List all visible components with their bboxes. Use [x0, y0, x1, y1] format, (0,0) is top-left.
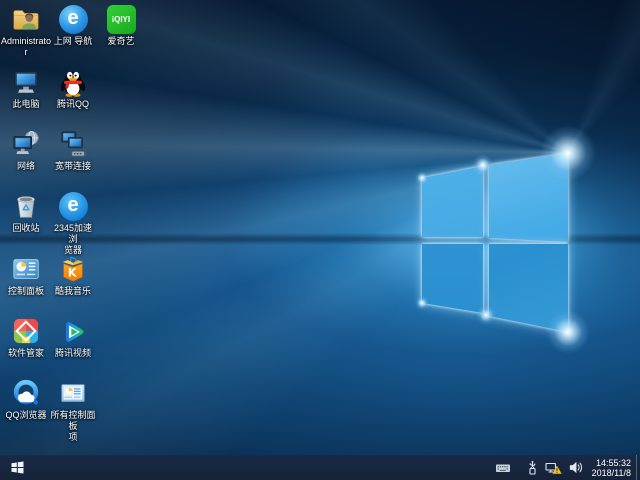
svg-text:K: K [68, 267, 78, 280]
flare-top-left [415, 171, 429, 185]
icon-label: 网络 [17, 161, 35, 172]
control-panel-window-icon [58, 378, 88, 408]
desktop-icon-recycle-bin[interactable]: 回收站 [3, 191, 49, 234]
logo-pane-bottom-right [0, 0, 640, 455]
desktop-icon-internet-navigation[interactable]: e 上网 导航 [50, 4, 96, 47]
clock-date: 2018/11/8 [592, 468, 631, 478]
usb-safely-remove-icon[interactable] [523, 455, 542, 480]
desktop-icon-software-manager[interactable]: 软件管家 [3, 316, 49, 359]
desktop-icon-network[interactable]: 网络 [3, 129, 49, 172]
icon-label: 爱奇艺 [107, 36, 134, 47]
icon-label: 腾讯视频 [55, 348, 91, 359]
software-manager-icon [11, 316, 41, 346]
computer-icon [11, 67, 41, 97]
desktop-icon-broadband[interactable]: 宽带连接 [50, 129, 96, 172]
icon-label: 此电脑 [12, 99, 39, 110]
icon-label: QQ浏览器 [5, 410, 46, 421]
iqiyi-icon: iQIYI [106, 4, 136, 34]
icon-label: 2345加速浏 览器 [50, 223, 96, 256]
icon-label: 酷我音乐 [55, 286, 91, 297]
start-button[interactable] [0, 455, 34, 480]
clock-time: 14:55:32 [596, 458, 631, 468]
broadband-monitors-icon [58, 129, 88, 159]
system-tray: 14:55:32 2018/11/8 [492, 455, 640, 480]
icon-label: 软件管家 [8, 348, 44, 359]
show-desktop-button[interactable] [636, 455, 640, 480]
desktop-icon-tencent-video[interactable]: 腾讯视频 [50, 316, 96, 359]
volume-icon[interactable] [565, 455, 586, 480]
desktop-icon-control-panel[interactable]: 控制面板 [3, 254, 49, 297]
browser-e-icon: e [58, 4, 88, 34]
desktop-icon-kuwo-music[interactable]: K 酷我音乐 [50, 254, 96, 297]
wallpaper [0, 0, 640, 455]
desktop-icon-administrator[interactable]: Administrato r [3, 4, 49, 58]
windows-desktop: Administrato r e 上网 导航 iQIYI 爱奇艺 [0, 0, 640, 480]
tencent-video-play-icon [58, 316, 88, 346]
flare-bottom-right [546, 310, 590, 354]
desktop-icon-all-control-panel-items[interactable]: 所有控制面板 项 [50, 378, 96, 443]
recycle-bin-icon [11, 191, 41, 221]
icon-label: 回收站 [12, 223, 39, 234]
taskbar-clock[interactable]: 14:55:32 2018/11/8 [586, 455, 636, 480]
desktop-icon-qq-browser[interactable]: QQ浏览器 [3, 378, 49, 421]
network-status-warning-icon[interactable] [542, 455, 565, 480]
icon-label: 宽带连接 [55, 161, 91, 172]
taskbar: 14:55:32 2018/11/8 [0, 455, 640, 480]
flare-top-right [540, 125, 596, 181]
icon-label: 腾讯QQ [57, 99, 89, 110]
windows-logo-icon [11, 461, 24, 474]
desktop-icon-2345-browser[interactable]: e 2345加速浏 览器 [50, 191, 96, 256]
qq-penguin-icon [58, 67, 88, 97]
network-globe-icon [11, 129, 41, 159]
flare-bottom-left [415, 296, 429, 310]
control-panel-icon [11, 254, 41, 284]
desktop-icon-iqiyi[interactable]: iQIYI 爱奇艺 [98, 4, 144, 47]
icon-label: 所有控制面板 项 [50, 410, 96, 443]
touch-keyboard-icon[interactable] [492, 455, 514, 480]
desktop-icon-this-pc[interactable]: 此电脑 [3, 67, 49, 110]
kuwo-music-box-icon: K [58, 254, 88, 284]
user-folder-icon [11, 4, 41, 34]
icon-label: 控制面板 [8, 286, 44, 297]
icon-label: Administrato r [1, 36, 51, 58]
qq-browser-icon [11, 378, 41, 408]
flare-top-mid [472, 154, 494, 176]
desktop-icon-tencent-qq[interactable]: 腾讯QQ [50, 67, 96, 110]
icon-label: 上网 导航 [54, 36, 93, 47]
flare-bottom-mid [476, 305, 496, 325]
browser-e-icon: e [58, 191, 88, 221]
